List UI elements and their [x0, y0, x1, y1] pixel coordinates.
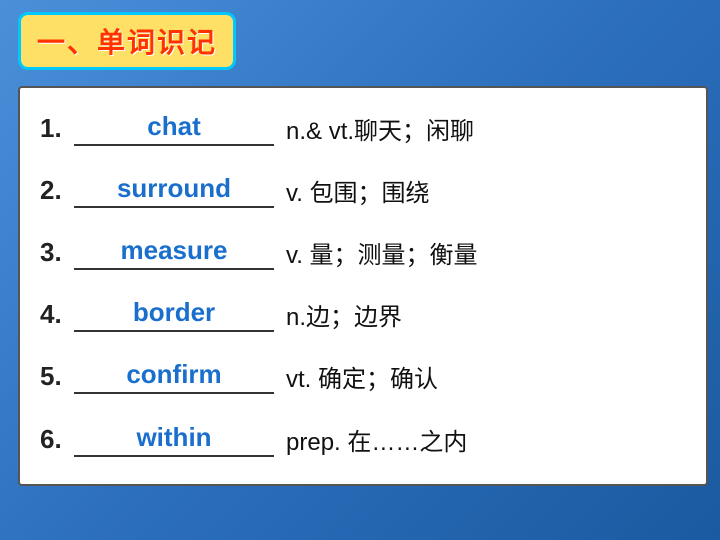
vocab-word: surround	[117, 173, 231, 204]
vocab-list: 1. chat n.& vt.聊天；闲聊 2. surround v. 包围；围绕 3. me…	[18, 86, 708, 486]
page-title: 一、单词识记	[37, 27, 217, 58]
vocab-number: 4.	[40, 299, 70, 330]
vocab-number: 5.	[40, 361, 70, 392]
vocab-word: border	[133, 297, 215, 328]
vocab-number: 6.	[40, 424, 70, 455]
vocab-row: 6. within prep. 在……之内	[40, 408, 686, 470]
vocab-word: confirm	[126, 359, 221, 390]
vocab-number: 3.	[40, 237, 70, 268]
vocab-definition: n.边；边界	[286, 297, 686, 332]
vocab-row: 2. surround v. 包围；围绕	[40, 160, 686, 222]
blank-word-container: within	[74, 422, 274, 457]
title-box: 一、单词识记	[18, 12, 236, 70]
vocab-row: 4. border n.边；边界	[40, 284, 686, 346]
vocab-number: 2.	[40, 175, 70, 206]
vocab-definition: prep. 在……之内	[286, 422, 686, 457]
vocab-word: within	[136, 422, 211, 453]
vocab-word: chat	[147, 111, 200, 142]
blank-word-container: surround	[74, 173, 274, 208]
vocab-definition: n.& vt.聊天；闲聊	[286, 111, 686, 146]
vocab-row: 1. chat n.& vt.聊天；闲聊	[40, 98, 686, 160]
vocab-number: 1.	[40, 113, 70, 144]
vocab-word: measure	[121, 235, 228, 266]
vocab-row: 3. measure v. 量；测量；衡量	[40, 222, 686, 284]
vocab-definition: v. 量；测量；衡量	[286, 235, 686, 270]
vocab-row: 5. confirm vt. 确定；确认	[40, 346, 686, 408]
blank-word-container: border	[74, 297, 274, 332]
blank-word-container: measure	[74, 235, 274, 270]
blank-word-container: chat	[74, 111, 274, 146]
vocab-definition: v. 包围；围绕	[286, 173, 686, 208]
blank-word-container: confirm	[74, 359, 274, 394]
vocab-definition: vt. 确定；确认	[286, 359, 686, 394]
